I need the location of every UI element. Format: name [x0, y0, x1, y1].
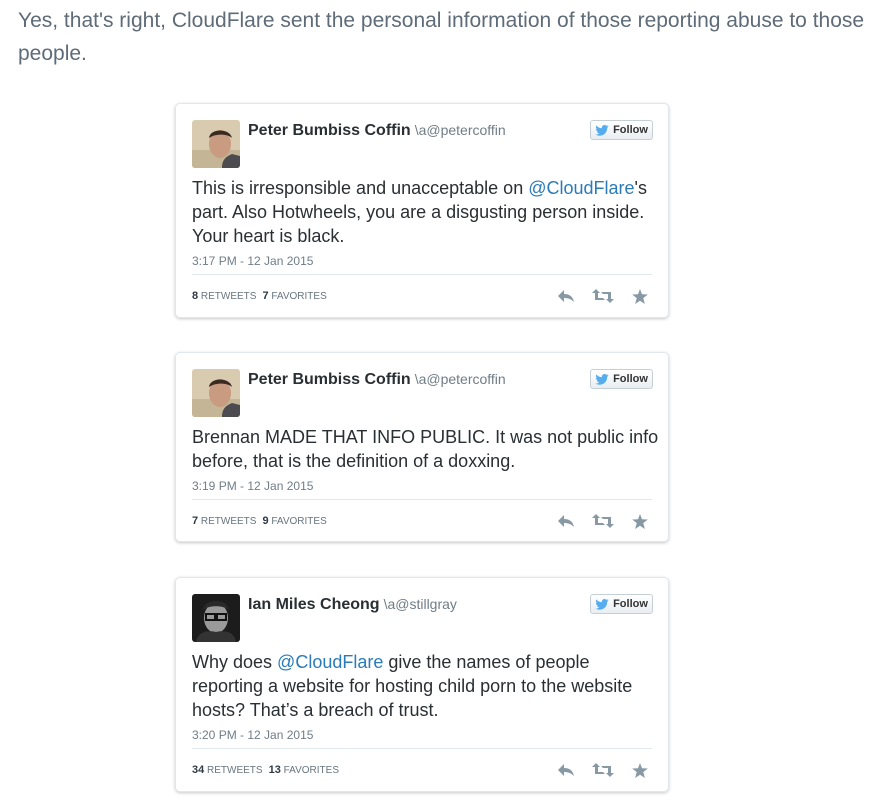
- mention-link[interactable]: @CloudFlare: [277, 652, 383, 672]
- avatar[interactable]: [192, 594, 240, 642]
- divider: [192, 274, 652, 275]
- avatar[interactable]: [192, 120, 240, 168]
- follow-label: Follow: [613, 124, 648, 136]
- tweet-text-run: Brennan MADE THAT INFO PUBLIC. It was no…: [192, 427, 659, 471]
- tweet-text: Why does @CloudFlare give the names of p…: [192, 650, 662, 722]
- author-handle[interactable]: \a@stillgray: [384, 596, 457, 612]
- author-handle[interactable]: \a@petercoffin: [415, 371, 506, 387]
- retweet-icon[interactable]: [591, 761, 615, 779]
- intro-text: Yes, that's right, CloudFlare sent the p…: [18, 9, 865, 65]
- retweets-label[interactable]: RETWEETS: [207, 765, 263, 776]
- author-handle[interactable]: \a@petercoffin: [415, 122, 506, 138]
- retweet-count[interactable]: 7: [192, 515, 198, 527]
- tweet-timestamp[interactable]: 3:17 PM - 12 Jan 2015: [192, 254, 313, 268]
- favorites-label[interactable]: FAVORITES: [271, 516, 326, 527]
- twitter-bird-icon: [595, 598, 609, 610]
- follow-button[interactable]: Follow: [590, 369, 653, 389]
- tweet-card: Ian Miles Cheong \a@stillgray Follow Why …: [175, 577, 669, 792]
- tweet-actions: [554, 512, 652, 530]
- favorites-label[interactable]: FAVORITES: [284, 765, 339, 776]
- reply-icon[interactable]: [554, 761, 578, 779]
- retweets-label[interactable]: RETWEETS: [201, 291, 257, 302]
- favorite-star-icon[interactable]: [628, 287, 652, 305]
- tweet-text-run: Why does: [192, 652, 278, 672]
- avatar[interactable]: [192, 369, 240, 417]
- tweet-stats: 7 RETWEETS 9 FAVORITES: [192, 515, 327, 527]
- author-name[interactable]: Peter Bumbiss Coffin: [248, 122, 411, 139]
- divider: [192, 748, 652, 749]
- twitter-bird-icon: [595, 124, 609, 136]
- tweet-actions: [554, 287, 652, 305]
- tweet-timestamp[interactable]: 3:19 PM - 12 Jan 2015: [192, 479, 313, 493]
- follow-button[interactable]: Follow: [590, 594, 653, 614]
- retweet-count[interactable]: 34: [192, 764, 204, 776]
- author-name[interactable]: Peter Bumbiss Coffin: [248, 371, 411, 388]
- favorites-label[interactable]: FAVORITES: [271, 291, 326, 302]
- twitter-bird-icon: [595, 373, 609, 385]
- tweet-timestamp[interactable]: 3:20 PM - 12 Jan 2015: [192, 728, 313, 742]
- retweet-icon[interactable]: [591, 287, 615, 305]
- tweet-text-run: This is irresponsible and unacceptable o…: [192, 178, 529, 198]
- tweet-actions: [554, 761, 652, 779]
- divider: [192, 499, 652, 500]
- author-name[interactable]: Ian Miles Cheong: [248, 596, 380, 613]
- tweet-text: Brennan MADE THAT INFO PUBLIC. It was no…: [192, 425, 662, 473]
- tweet-stats: 34 RETWEETS 13 FAVORITES: [192, 764, 339, 776]
- follow-label: Follow: [613, 598, 648, 610]
- tweet-card: Peter Bumbiss Coffin \a@petercoffin Follo…: [175, 103, 669, 318]
- favorite-count[interactable]: 7: [262, 290, 268, 302]
- favorite-count[interactable]: 9: [262, 515, 268, 527]
- retweet-icon[interactable]: [591, 512, 615, 530]
- tweet-stats: 8 RETWEETS 7 FAVORITES: [192, 290, 327, 302]
- favorite-star-icon[interactable]: [628, 761, 652, 779]
- mention-link[interactable]: @CloudFlare: [528, 178, 634, 198]
- tweet-card: Peter Bumbiss Coffin \a@petercoffin Follo…: [175, 352, 669, 542]
- retweet-count[interactable]: 8: [192, 290, 198, 302]
- retweets-label[interactable]: RETWEETS: [201, 516, 257, 527]
- favorite-count[interactable]: 13: [269, 764, 281, 776]
- follow-button[interactable]: Follow: [590, 120, 653, 140]
- favorite-star-icon[interactable]: [628, 512, 652, 530]
- follow-label: Follow: [613, 373, 648, 385]
- tweet-text: This is irresponsible and unacceptable o…: [192, 176, 662, 248]
- reply-icon[interactable]: [554, 512, 578, 530]
- reply-icon[interactable]: [554, 287, 578, 305]
